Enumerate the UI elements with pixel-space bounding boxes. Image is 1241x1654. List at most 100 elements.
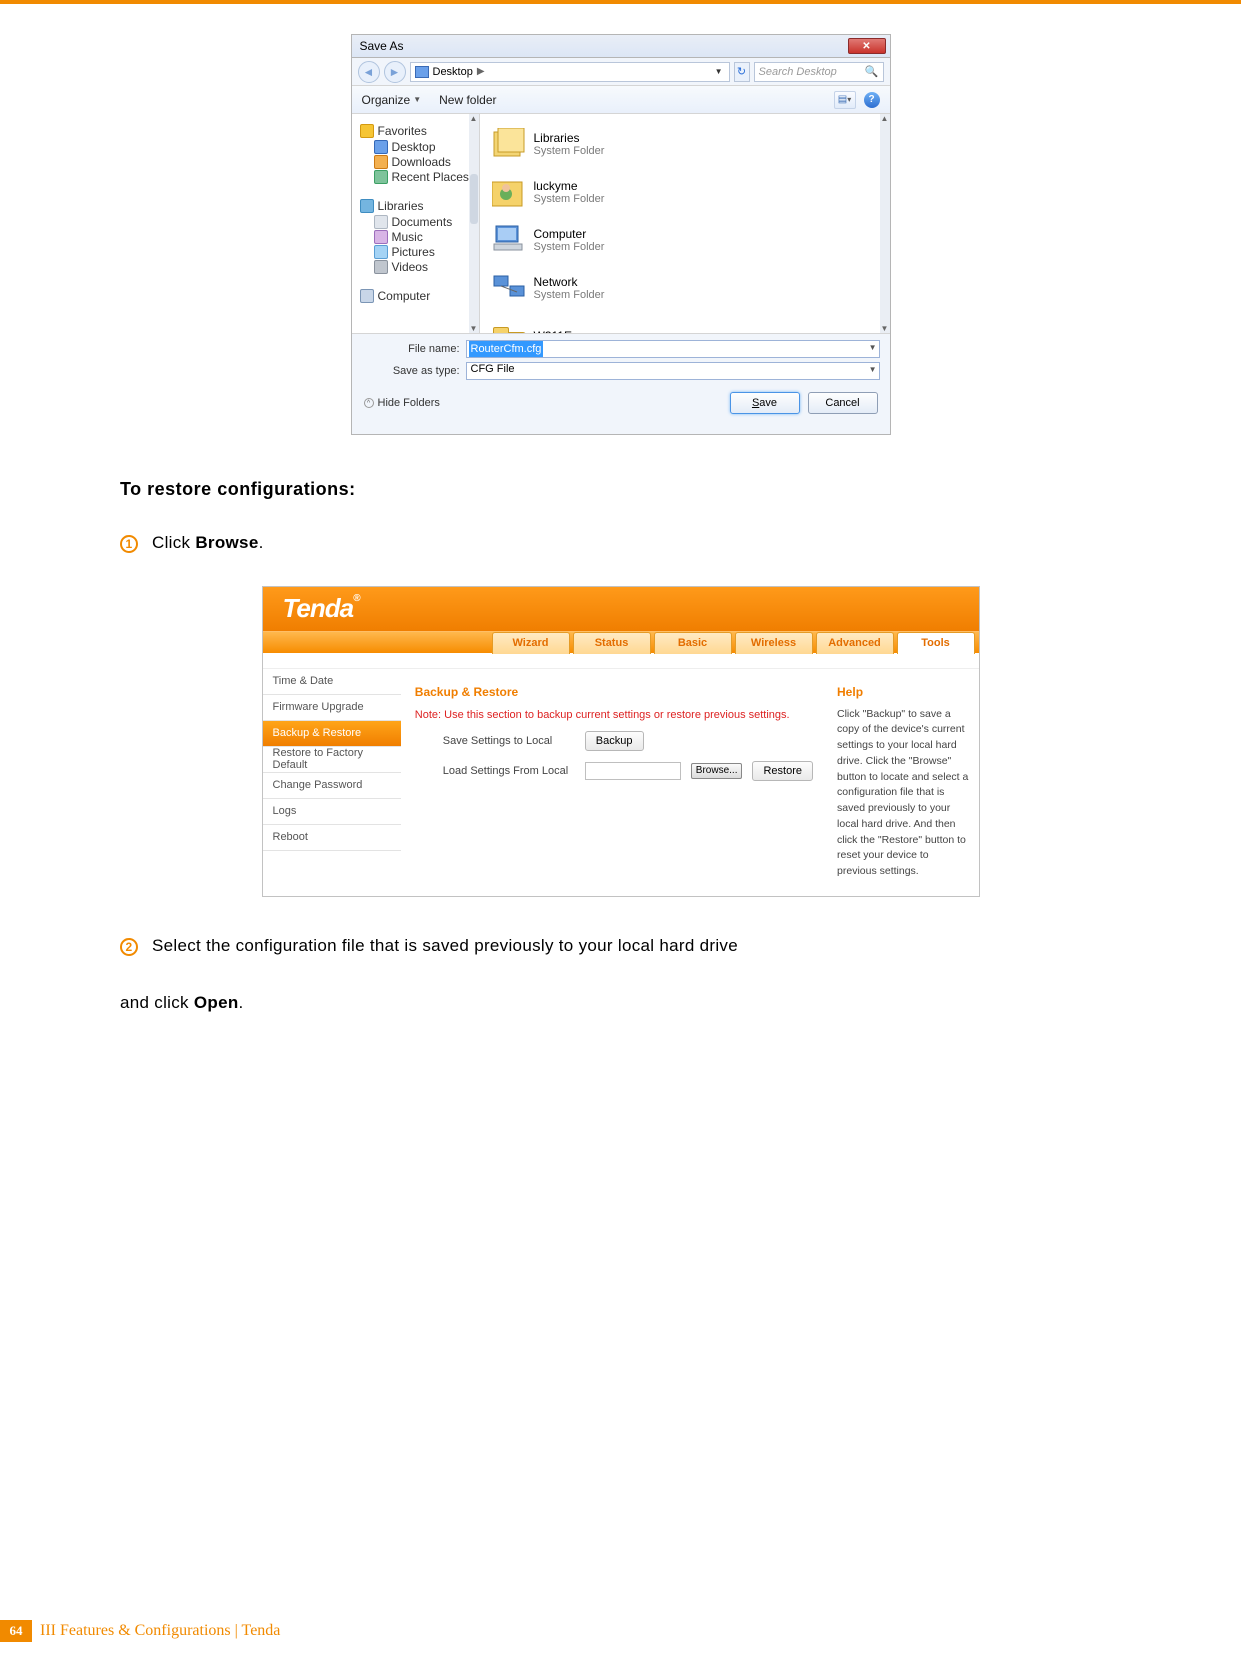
cancel-button[interactable]: Cancel — [808, 392, 878, 414]
address-bar: ◄ ► Desktop ▶ ▼ ↻ Search Desktop 🔍 — [352, 58, 890, 86]
item-sub: System Folder — [534, 145, 605, 157]
page-number: 64 — [0, 1620, 32, 1642]
desktop-icon — [374, 140, 388, 154]
list-item[interactable]: luckymeSystem Folder — [492, 176, 878, 208]
side-item-backup[interactable]: Backup & Restore — [263, 721, 401, 747]
chevron-down-icon[interactable]: ▼ — [869, 343, 877, 352]
search-icon: 🔍 — [865, 65, 879, 78]
folder-icon — [492, 320, 526, 333]
tab-basic[interactable]: Basic — [654, 632, 732, 654]
close-button[interactable]: ✕ — [848, 38, 886, 54]
libraries-group[interactable]: Libraries — [360, 199, 475, 213]
tab-tools[interactable]: Tools — [897, 632, 975, 654]
star-icon — [360, 124, 374, 138]
backup-button[interactable]: Backup — [585, 731, 644, 751]
nav-item-videos[interactable]: Videos — [374, 260, 475, 274]
toolbar: Organize▼ New folder ▤ ▾ ? — [352, 86, 890, 114]
side-menu: Time & Date Firmware Upgrade Backup & Re… — [263, 669, 401, 896]
nav-item-pictures[interactable]: Pictures — [374, 245, 475, 259]
item-name: Libraries — [534, 131, 605, 145]
side-item-logs[interactable]: Logs — [263, 799, 401, 825]
router-header: Tenda® — [263, 587, 979, 631]
navigation-pane[interactable]: Favorites Desktop Downloads Recent Place… — [352, 114, 480, 333]
computer-icon — [360, 289, 374, 303]
nav-item-music[interactable]: Music — [374, 230, 475, 244]
file-path-input[interactable] — [585, 762, 681, 780]
nav-item-desktop[interactable]: Desktop — [374, 140, 475, 154]
router-admin-ui: Tenda® Wizard Status Basic Wireless Adva… — [262, 586, 980, 897]
computer-icon — [492, 224, 526, 256]
back-button[interactable]: ◄ — [358, 61, 380, 83]
items-pane[interactable]: LibrariesSystem Folder luckymeSystem Fol… — [480, 114, 890, 333]
nav-item-downloads[interactable]: Downloads — [374, 155, 475, 169]
section-heading: To restore configurations: — [120, 479, 1121, 500]
help-icon[interactable]: ? — [864, 92, 880, 108]
titlebar[interactable]: Save As ✕ — [352, 35, 890, 58]
tab-wizard[interactable]: Wizard — [492, 632, 570, 654]
breadcrumb-dropdown[interactable]: ▼ — [713, 67, 725, 76]
new-folder-button[interactable]: New folder — [439, 93, 496, 107]
list-item[interactable]: NetworkSystem Folder — [492, 272, 878, 304]
restore-button[interactable]: Restore — [752, 761, 813, 781]
save-as-dialog: Save As ✕ ◄ ► Desktop ▶ ▼ ↻ Search Deskt… — [351, 34, 891, 435]
step-marker-1: 1 — [120, 535, 138, 553]
main-tabs: Wizard Status Basic Wireless Advanced To… — [263, 631, 979, 653]
computer-group[interactable]: Computer — [360, 289, 475, 303]
list-item[interactable]: ComputerSystem Folder — [492, 224, 878, 256]
search-input[interactable]: Search Desktop 🔍 — [754, 62, 884, 82]
chevron-right-icon[interactable]: ▶ — [477, 66, 485, 77]
nav-scrollbar[interactable]: ▲▼ — [469, 114, 479, 333]
downloads-icon — [374, 155, 388, 169]
side-item-factory[interactable]: Restore to Factory Default — [263, 747, 401, 773]
view-options-button[interactable]: ▤ ▾ — [834, 91, 856, 109]
step-1: 1 Click Browse. — [120, 530, 1121, 556]
user-icon — [492, 176, 526, 208]
side-item-time[interactable]: Time & Date — [263, 669, 401, 695]
filename-value: RouterCfm.cfg — [469, 341, 544, 357]
forward-button[interactable]: ► — [384, 61, 406, 83]
favorites-group[interactable]: Favorites — [360, 124, 475, 138]
libraries-icon — [492, 128, 526, 160]
network-icon — [492, 272, 526, 304]
pictures-icon — [374, 245, 388, 259]
load-settings-label: Load Settings From Local — [443, 765, 575, 777]
organize-menu[interactable]: Organize▼ — [362, 93, 422, 107]
breadcrumb[interactable]: Desktop ▶ ▼ — [410, 62, 730, 82]
page-footer: 64 III Features & Configurations | Tenda — [0, 1620, 280, 1642]
list-item[interactable]: W311E — [492, 320, 878, 333]
item-name: Network — [534, 275, 605, 289]
refresh-button[interactable]: ↻ — [734, 62, 750, 82]
browse-button[interactable]: Browse... — [691, 763, 743, 779]
tab-wireless[interactable]: Wireless — [735, 632, 813, 654]
side-item-firmware[interactable]: Firmware Upgrade — [263, 695, 401, 721]
nav-item-documents[interactable]: Documents — [374, 215, 475, 229]
nav-item-recent[interactable]: Recent Places — [374, 170, 475, 184]
tab-advanced[interactable]: Advanced — [816, 632, 894, 654]
footer-text: III Features & Configurations | Tenda — [40, 1622, 280, 1640]
step-2: 2 Select the configuration file that is … — [120, 933, 1121, 959]
breadcrumb-segment[interactable]: Desktop — [433, 66, 473, 78]
item-sub: System Folder — [534, 289, 605, 301]
note-text: Note: Use this section to backup current… — [415, 709, 813, 721]
step-marker-2: 2 — [120, 938, 138, 956]
saveastype-label: Save as type: — [362, 365, 460, 377]
chevron-down-icon[interactable]: ▼ — [869, 365, 877, 374]
tab-status[interactable]: Status — [573, 632, 651, 654]
list-item[interactable]: LibrariesSystem Folder — [492, 128, 878, 160]
hide-folders-toggle[interactable]: ^Hide Folders — [364, 397, 440, 409]
search-placeholder: Search Desktop — [759, 66, 837, 78]
help-body: Click "Backup" to save a copy of the dev… — [837, 707, 968, 880]
items-scrollbar[interactable]: ▲▼ — [880, 114, 890, 333]
item-name: W311E — [534, 329, 572, 333]
item-name: Computer — [534, 227, 605, 241]
side-item-reboot[interactable]: Reboot — [263, 825, 401, 851]
saveastype-value: CFG File — [469, 363, 517, 375]
desktop-icon — [415, 66, 429, 78]
filename-input[interactable]: RouterCfm.cfg ▼ — [466, 340, 880, 358]
side-item-password[interactable]: Change Password — [263, 773, 401, 799]
saveastype-select[interactable]: CFG File ▼ — [466, 362, 880, 380]
save-settings-label: Save Settings to Local — [443, 735, 575, 747]
main-panel: Backup & Restore Note: Use this section … — [401, 669, 827, 896]
save-button[interactable]: Save — [730, 392, 800, 414]
window-title: Save As — [360, 39, 404, 53]
